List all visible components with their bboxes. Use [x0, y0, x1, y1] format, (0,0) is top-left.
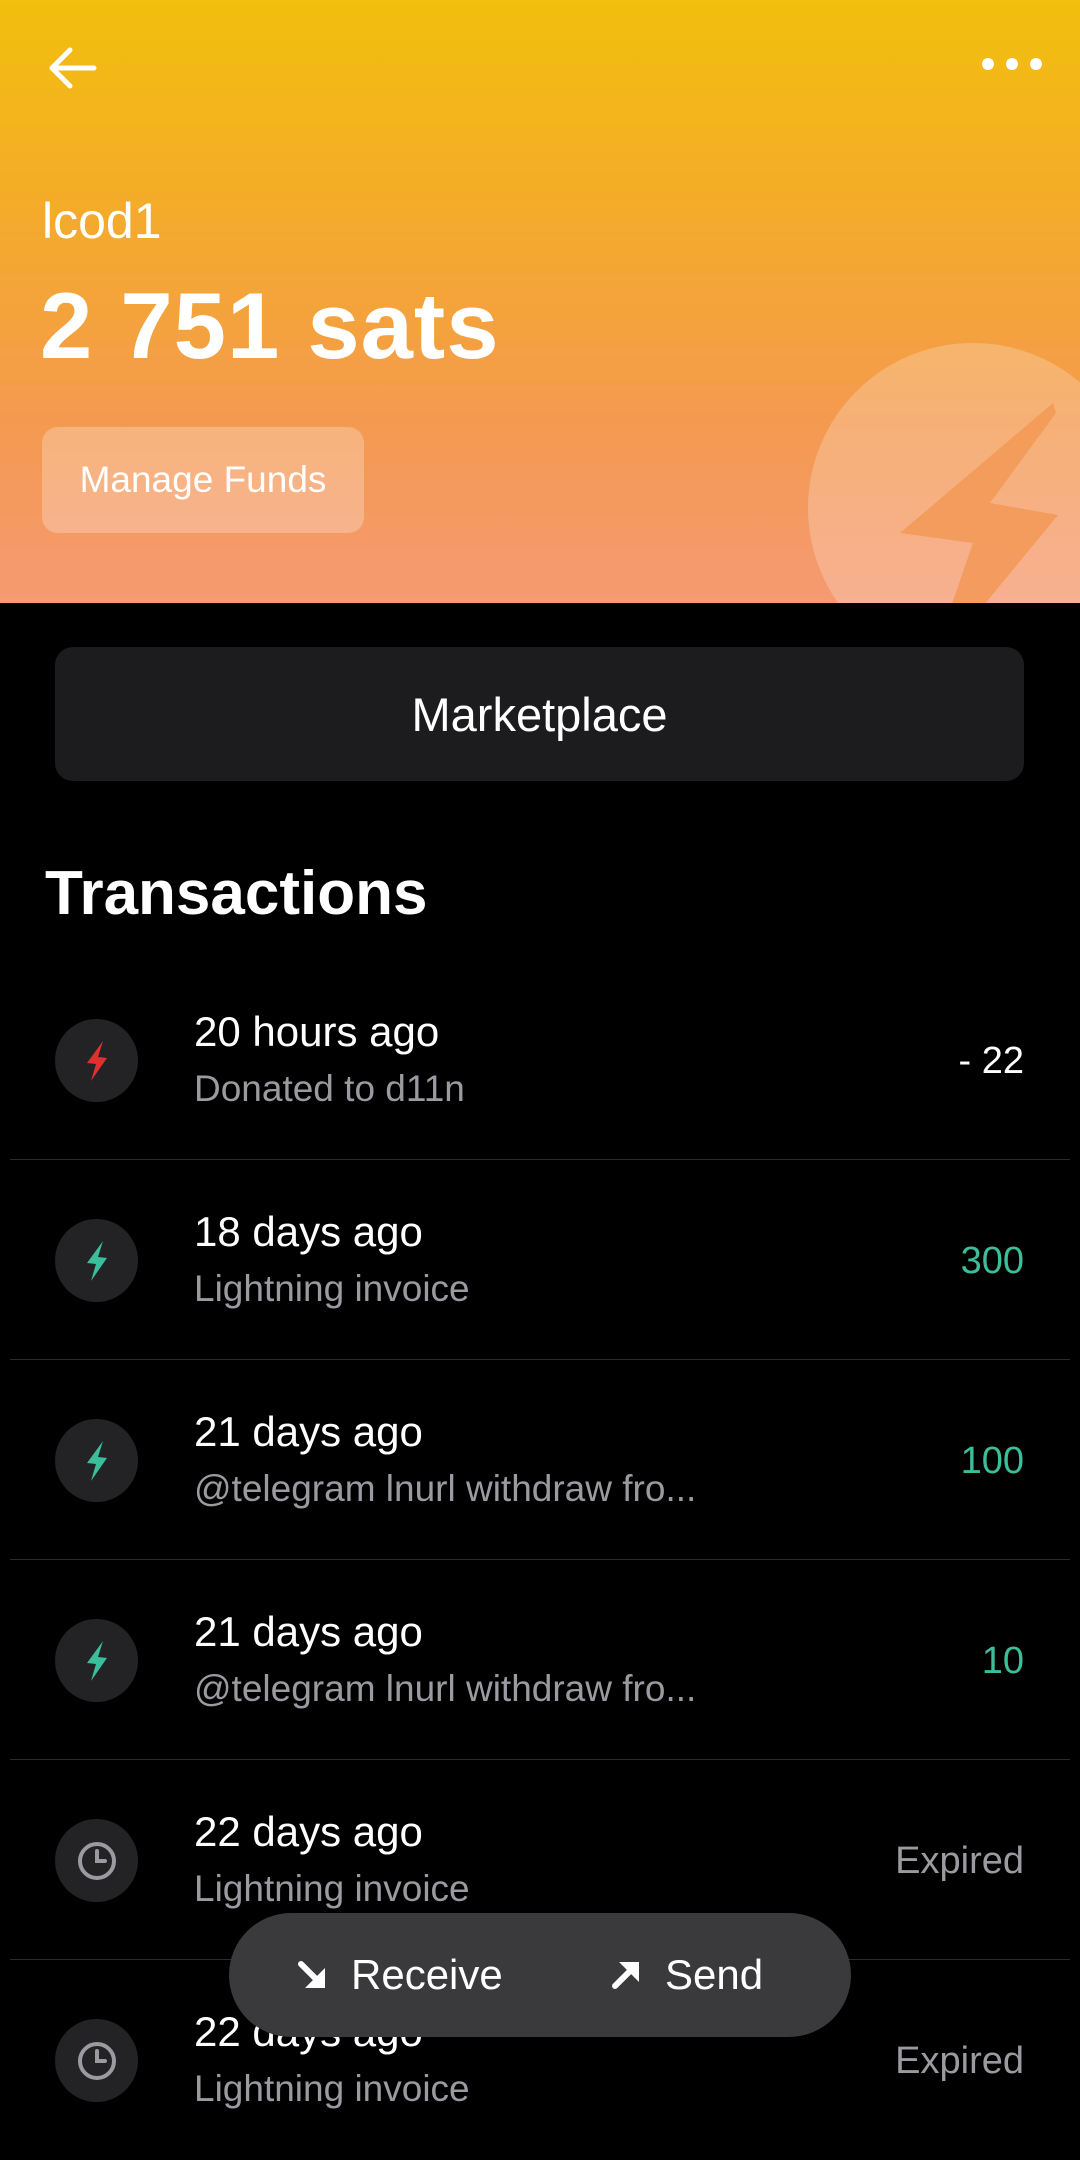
- transaction-row[interactable]: 18 days ago Lightning invoice 300: [0, 1160, 1080, 1360]
- transaction-amount: - 22: [958, 1040, 1024, 1082]
- transaction-row[interactable]: 20 hours ago Donated to d11n - 22: [0, 960, 1080, 1160]
- arrow-down-right-icon: [298, 1961, 325, 1988]
- wallet-header: lcod1 2 751 sats Manage Funds: [0, 0, 1080, 603]
- transaction-status: Expired: [895, 2040, 1024, 2082]
- transaction-description: Lightning invoice: [194, 2068, 470, 2109]
- manage-funds-button[interactable]: Manage Funds: [42, 427, 364, 533]
- transaction-amount: 100: [960, 1440, 1024, 1482]
- transaction-amount: 10: [981, 1640, 1024, 1682]
- transaction-type-icon: [55, 1219, 138, 1302]
- transaction-description: Lightning invoice: [194, 1868, 470, 1909]
- wallet-balance: 2 751 sats: [40, 273, 500, 378]
- transactions-title: Transactions: [45, 859, 428, 928]
- transaction-description: Donated to d11n: [194, 1068, 465, 1109]
- transaction-status: Expired: [895, 1840, 1024, 1882]
- transaction-type-icon: [55, 1419, 138, 1502]
- transaction-amount: 300: [960, 1240, 1024, 1282]
- more-horizontal-icon: [982, 58, 994, 70]
- transaction-description: @telegram lnurl withdraw fro...: [194, 1668, 697, 1709]
- transaction-row[interactable]: 21 days ago @telegram lnurl withdraw fro…: [0, 1360, 1080, 1560]
- clock-icon: [77, 1841, 116, 1880]
- transaction-type-icon: [55, 1819, 138, 1902]
- clock-icon: [77, 2041, 116, 2080]
- transaction-type-icon: [55, 1619, 138, 1702]
- back-button[interactable]: [44, 40, 100, 96]
- transaction-row[interactable]: 21 days ago @telegram lnurl withdraw fro…: [0, 1560, 1080, 1760]
- transaction-time: 18 days ago: [194, 1208, 423, 1255]
- wallet-name: lcod1: [42, 193, 162, 249]
- transaction-type-icon: [55, 1019, 138, 1102]
- arrow-left-icon: [49, 47, 97, 89]
- arrow-up-right-icon: [612, 1962, 639, 1989]
- marketplace-button[interactable]: Marketplace: [55, 647, 1024, 781]
- transaction-time: 21 days ago: [194, 1608, 423, 1655]
- action-bar: Receive Send: [229, 1913, 851, 2037]
- lightning-bolt-icon: [86, 1040, 107, 1081]
- more-options-button[interactable]: [982, 44, 1042, 84]
- lightning-bolt-icon: [808, 343, 1080, 603]
- send-label: Send: [665, 1951, 764, 1998]
- transaction-description: @telegram lnurl withdraw fro...: [194, 1468, 697, 1509]
- transaction-description: Lightning invoice: [194, 1268, 470, 1309]
- transaction-time: 20 hours ago: [194, 1008, 440, 1055]
- transaction-time: 21 days ago: [194, 1408, 423, 1455]
- lightning-bolt-icon: [86, 1640, 107, 1681]
- lightning-bolt-icon: [86, 1440, 107, 1481]
- transaction-time: 22 days ago: [194, 1808, 423, 1855]
- receive-label: Receive: [351, 1951, 503, 1998]
- send-button[interactable]: Send: [609, 1913, 763, 2037]
- lightning-bolt-icon: [86, 1240, 107, 1281]
- receive-button[interactable]: Receive: [295, 1913, 503, 2037]
- transaction-type-icon: [55, 2019, 138, 2102]
